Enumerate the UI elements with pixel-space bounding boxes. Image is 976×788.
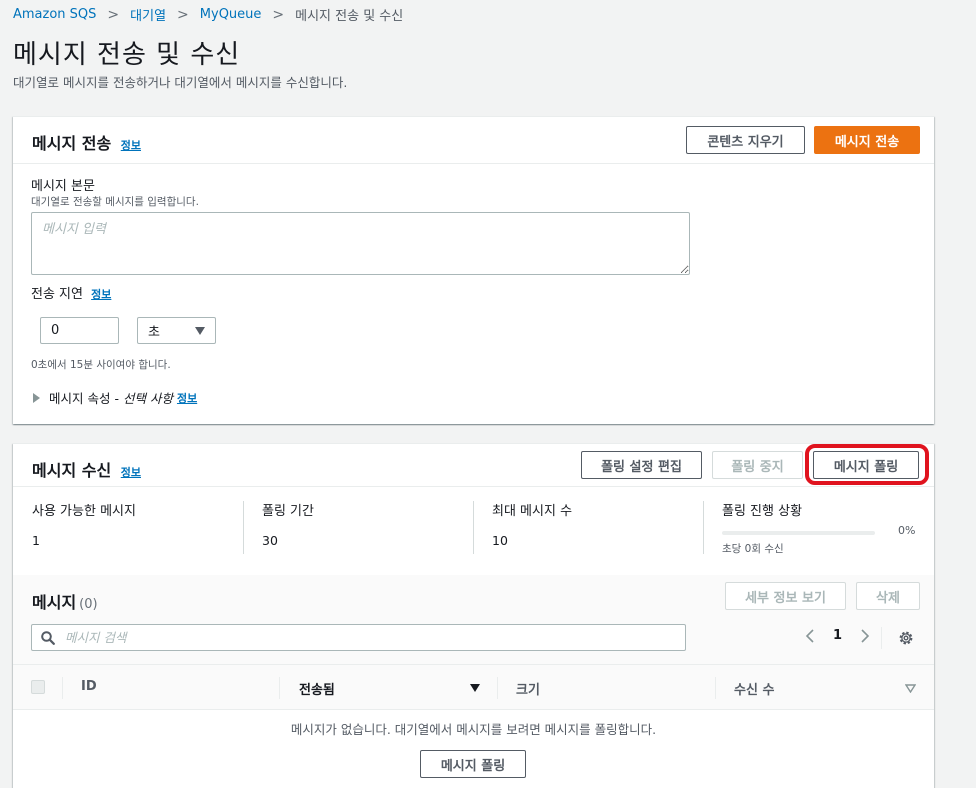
chevron-left-icon[interactable] (805, 628, 815, 643)
delivery-delay-text: 전송 지연 (31, 287, 83, 302)
caret-right-icon (33, 392, 40, 403)
messages-title-text: 메시지 (32, 593, 77, 612)
stat-polling-duration: 폴링 기간 30 (262, 500, 314, 556)
send-message-button[interactable]: 메시지 전송 (814, 126, 920, 154)
divider (703, 501, 704, 554)
send-panel-header: 메시지 전송 정보 콘텐츠 지우기 메시지 전송 (13, 117, 934, 164)
polling-progress-bar (722, 531, 875, 535)
divider (473, 501, 474, 554)
receive-info-link[interactable]: 정보 (121, 466, 141, 479)
stat-label: 폴링 진행 상황 (722, 504, 803, 519)
breadcrumb: Amazon SQS > 대기열 > MyQueue > 메시지 전송 및 수신 (13, 5, 404, 25)
messages-count: (0) (79, 597, 98, 612)
delay-unit-select[interactable]: 초 (137, 317, 216, 344)
delivery-delay-input[interactable] (40, 317, 119, 344)
message-body-hint: 대기열로 전송할 메시지를 입력합니다. (31, 196, 199, 208)
stat-value: 10 (492, 533, 508, 548)
breadcrumb-link-queues[interactable]: 대기열 (130, 5, 166, 24)
stat-max-messages: 최대 메시지 수 10 (492, 500, 572, 556)
chevron-right-icon: > (177, 6, 189, 23)
page-description: 대기열로 메시지를 전송하거나 대기열에서 메시지를 수신합니다. (13, 75, 348, 90)
pagination: 1 (805, 628, 870, 643)
delay-unit-value: 초 (148, 325, 160, 340)
send-panel-title: 메시지 전송 정보 (32, 130, 141, 154)
column-header-id[interactable]: ID (81, 679, 97, 694)
chevron-right-icon: > (107, 6, 120, 23)
stop-polling-button[interactable]: 폴링 중지 (712, 451, 803, 479)
delivery-delay-hint: 0초에서 15분 사이여야 합니다. (31, 359, 171, 371)
divider (279, 677, 280, 699)
divider (715, 677, 716, 699)
breadcrumb-link-myqueue[interactable]: MyQueue (200, 7, 262, 22)
message-search-input[interactable] (63, 629, 643, 646)
send-title-text: 메시지 전송 (32, 134, 112, 153)
send-info-link[interactable]: 정보 (121, 139, 141, 152)
column-header-sent[interactable]: 전송됨 (299, 679, 335, 698)
column-header-receive-count[interactable]: 수신 수 (734, 679, 774, 698)
send-message-panel: 메시지 전송 정보 콘텐츠 지우기 메시지 전송 메시지 본문 대기열로 전송할… (13, 116, 934, 424)
message-attributes-expander[interactable]: 메시지 속성 - 선택 사항 정보 (33, 388, 197, 407)
message-attributes-optional: 선택 사항 (122, 391, 173, 406)
divider (62, 677, 63, 699)
view-details-button[interactable]: 세부 정보 보기 (725, 582, 846, 610)
receive-panel-header: 메시지 수신 정보 폴링 설정 편집 폴링 중지 메시지 폴링 (13, 444, 934, 487)
divider (881, 627, 882, 649)
poll-for-messages-button[interactable]: 메시지 폴링 (813, 451, 919, 479)
divider (497, 677, 498, 699)
search-icon (41, 630, 55, 645)
message-body-label: 메시지 본문 (31, 179, 95, 194)
gear-icon[interactable] (898, 630, 914, 646)
divider (243, 501, 244, 554)
sort-icon[interactable] (905, 684, 916, 693)
messages-table-header: ID 전송됨 크기 수신 수 (13, 664, 934, 710)
select-all-checkbox[interactable] (31, 680, 45, 694)
message-attributes-info-link[interactable]: 정보 (177, 390, 197, 406)
messages-title: 메시지 (0) (32, 589, 98, 613)
chevron-right-icon: > (272, 6, 285, 23)
message-attributes-label: 메시지 속성 - (49, 391, 119, 406)
stat-available-messages: 사용 가능한 메시지 1 (32, 500, 136, 556)
receive-panel-title: 메시지 수신 정보 (32, 457, 141, 481)
stat-label: 최대 메시지 수 (492, 504, 573, 519)
receive-messages-panel: 메시지 수신 정보 폴링 설정 편집 폴링 중지 메시지 폴링 사용 가능한 메… (13, 443, 934, 788)
message-search-box[interactable] (31, 624, 686, 651)
stat-value: 1 (32, 533, 40, 548)
edit-poll-settings-button[interactable]: 폴링 설정 편집 (581, 451, 702, 479)
caret-down-icon (195, 326, 205, 335)
delivery-delay-info-link[interactable]: 정보 (91, 288, 111, 301)
polling-progress-rate: 초당 0회 수신 (722, 543, 784, 555)
sort-descending-icon[interactable] (470, 684, 480, 692)
column-header-size[interactable]: 크기 (516, 679, 540, 698)
clear-content-button[interactable]: 콘텐츠 지우기 (686, 126, 805, 154)
stat-value: 30 (262, 533, 278, 548)
current-page-number[interactable]: 1 (833, 628, 842, 643)
message-body-input[interactable] (31, 212, 690, 275)
messages-section: 메시지(0) 세부 정보 보기 삭제 1 (13, 575, 934, 664)
polling-progress-percent: 0% (898, 524, 916, 537)
stat-label: 폴링 기간 (262, 504, 314, 519)
empty-messages-text: 메시지가 없습니다. 대기열에서 메시지를 보려면 메시지를 폴링합니다. (290, 722, 657, 737)
empty-state-poll-button[interactable]: 메시지 폴링 (420, 750, 526, 778)
breadcrumb-link-sqs[interactable]: Amazon SQS (13, 7, 96, 22)
receive-title-text: 메시지 수신 (32, 461, 112, 480)
stat-label: 사용 가능한 메시지 (32, 504, 136, 519)
delete-button[interactable]: 삭제 (856, 582, 920, 610)
page-title: 메시지 전송 및 수신 (13, 40, 241, 70)
breadcrumb-current: 메시지 전송 및 수신 (295, 9, 404, 24)
delivery-delay-label: 전송 지연 정보 (31, 283, 111, 302)
chevron-right-icon[interactable] (860, 628, 870, 643)
